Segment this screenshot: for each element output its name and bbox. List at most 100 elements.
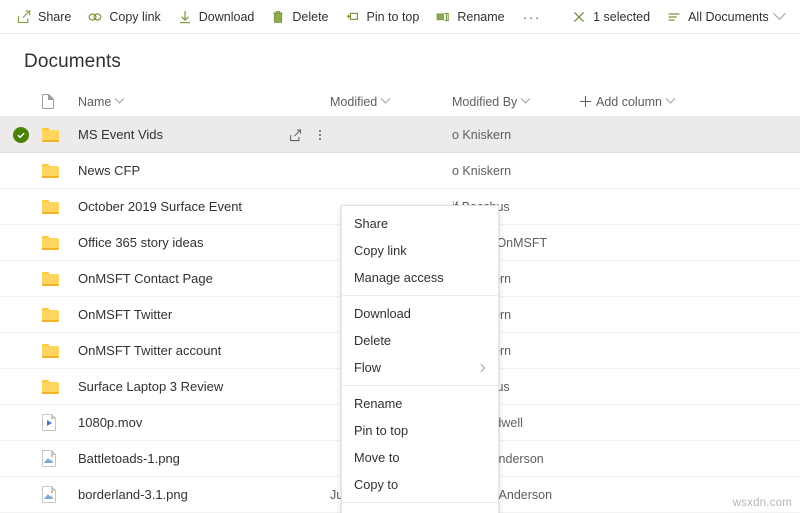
filter-button[interactable] — [792, 1, 800, 33]
table-row[interactable]: News CFP o Kniskern — [0, 153, 800, 189]
command-download[interactable]: Download — [169, 1, 263, 33]
row-name[interactable]: October 2019 Surface Event — [78, 199, 330, 214]
view-selector[interactable]: All Documents — [658, 1, 792, 33]
row-type-icon — [42, 163, 78, 178]
command-delete-label: Delete — [292, 9, 329, 24]
menu-item[interactable]: Copy to — [342, 471, 498, 498]
menu-item[interactable]: Alert me — [342, 507, 498, 513]
row-type-icon — [42, 450, 78, 467]
menu-separator — [342, 385, 498, 386]
command-rename-label: Rename — [457, 9, 505, 24]
command-copy-link[interactable]: Copy link — [79, 1, 168, 33]
row-checkbox[interactable] — [0, 126, 42, 143]
command-share[interactable]: Share — [8, 1, 79, 33]
menu-item-label: Pin to top — [354, 423, 409, 438]
folder-icon — [42, 163, 59, 178]
column-header-modified-by[interactable]: Modified By — [452, 93, 580, 109]
row-selected-check-icon[interactable] — [13, 126, 29, 143]
app-root: Share Copy link Download Delete Pin to t… — [0, 0, 800, 513]
command-share-label: Share — [38, 9, 72, 24]
watermark: wsxdn.com — [732, 497, 792, 509]
column-header-name[interactable]: Name — [78, 93, 330, 109]
table-row[interactable]: MS Event Vids o Kniskern — [0, 117, 800, 153]
row-name[interactable]: OnMSFT Contact Page — [78, 271, 330, 286]
menu-item[interactable]: Download — [342, 300, 498, 327]
row-more-icon[interactable] — [313, 129, 327, 141]
column-header-modified[interactable]: Modified — [330, 93, 452, 109]
menu-item-label: Download — [354, 306, 411, 321]
row-name[interactable]: OnMSFT Twitter — [78, 307, 330, 322]
link-icon — [87, 9, 103, 25]
chevron-down-icon — [520, 93, 531, 104]
menu-item[interactable]: Share — [342, 210, 498, 237]
chevron-down-icon — [114, 93, 125, 104]
row-type-icon — [42, 127, 78, 142]
menu-item[interactable]: Move to — [342, 444, 498, 471]
row-share-icon[interactable] — [288, 128, 303, 143]
menu-item[interactable]: Flow — [342, 354, 498, 381]
row-name[interactable]: borderland-3.1.png — [78, 487, 330, 502]
column-header-add-column[interactable]: Add column — [580, 93, 800, 109]
column-header-type[interactable] — [42, 94, 78, 109]
download-icon — [177, 9, 193, 25]
row-name[interactable]: Surface Laptop 3 Review — [78, 379, 330, 394]
video-file-icon — [42, 414, 56, 431]
menu-item[interactable]: Rename — [342, 390, 498, 417]
row-name[interactable]: Office 365 story ideas — [78, 235, 330, 250]
close-x-icon — [571, 9, 587, 25]
view-selector-label: All Documents — [688, 9, 769, 24]
command-delete[interactable]: Delete — [262, 1, 336, 33]
menu-item-label: Manage access — [354, 270, 444, 285]
row-name[interactable]: News CFP — [78, 163, 330, 178]
share-icon — [16, 9, 32, 25]
rename-icon — [435, 9, 451, 25]
folder-icon — [42, 271, 59, 286]
menu-item-label: Copy to — [354, 477, 399, 492]
menu-item-label: Rename — [354, 396, 403, 411]
command-bar: Share Copy link Download Delete Pin to t… — [0, 0, 800, 34]
chevron-down-icon — [380, 93, 391, 104]
menu-item[interactable]: Delete — [342, 327, 498, 354]
row-name[interactable]: 1080p.mov — [78, 415, 330, 430]
menu-item-label: Move to — [354, 450, 400, 465]
chevron-down-icon — [772, 7, 786, 21]
command-rename[interactable]: Rename — [427, 1, 512, 33]
folder-icon — [42, 235, 59, 250]
chevron-right-icon — [476, 363, 486, 372]
plus-icon — [580, 96, 591, 107]
command-copy-link-label: Copy link — [109, 9, 161, 24]
row-type-icon — [42, 235, 78, 250]
chevron-down-icon — [665, 93, 676, 104]
image-file-icon — [42, 486, 56, 503]
menu-item[interactable]: Pin to top — [342, 417, 498, 444]
row-type-icon — [42, 343, 78, 358]
menu-separator — [342, 502, 498, 503]
row-type-icon — [42, 271, 78, 286]
row-modified-by: o Kniskern — [452, 163, 512, 178]
row-name[interactable]: Battletoads-1.png — [78, 451, 330, 466]
menu-item[interactable]: Copy link — [342, 237, 498, 264]
folder-icon — [42, 307, 59, 322]
command-pin-to-top-label: Pin to top — [366, 9, 420, 24]
row-modified-by: o Kniskern — [452, 127, 512, 142]
trash-icon — [270, 9, 286, 25]
folder-icon — [42, 199, 59, 214]
folder-icon — [42, 127, 59, 142]
command-overflow-button[interactable]: ··· — [513, 1, 552, 33]
page-title: Documents — [24, 51, 121, 72]
row-name[interactable]: OnMSFT Twitter account — [78, 343, 330, 358]
list-view-icon — [666, 9, 682, 25]
folder-icon — [42, 343, 59, 358]
menu-item-label: Share — [354, 216, 389, 231]
selection-clear-button[interactable]: 1 selected — [563, 1, 658, 33]
column-header-row: Name Modified Modified By Add column — [0, 87, 800, 117]
command-download-label: Download — [198, 9, 255, 24]
selection-count-label: 1 selected — [593, 9, 651, 24]
row-type-icon — [42, 486, 78, 503]
command-pin-to-top[interactable]: Pin to top — [337, 1, 428, 33]
menu-separator — [342, 295, 498, 296]
row-actions — [288, 117, 327, 153]
menu-item[interactable]: Manage access — [342, 264, 498, 291]
row-type-icon — [42, 414, 78, 431]
menu-item-label: Flow — [354, 360, 382, 375]
